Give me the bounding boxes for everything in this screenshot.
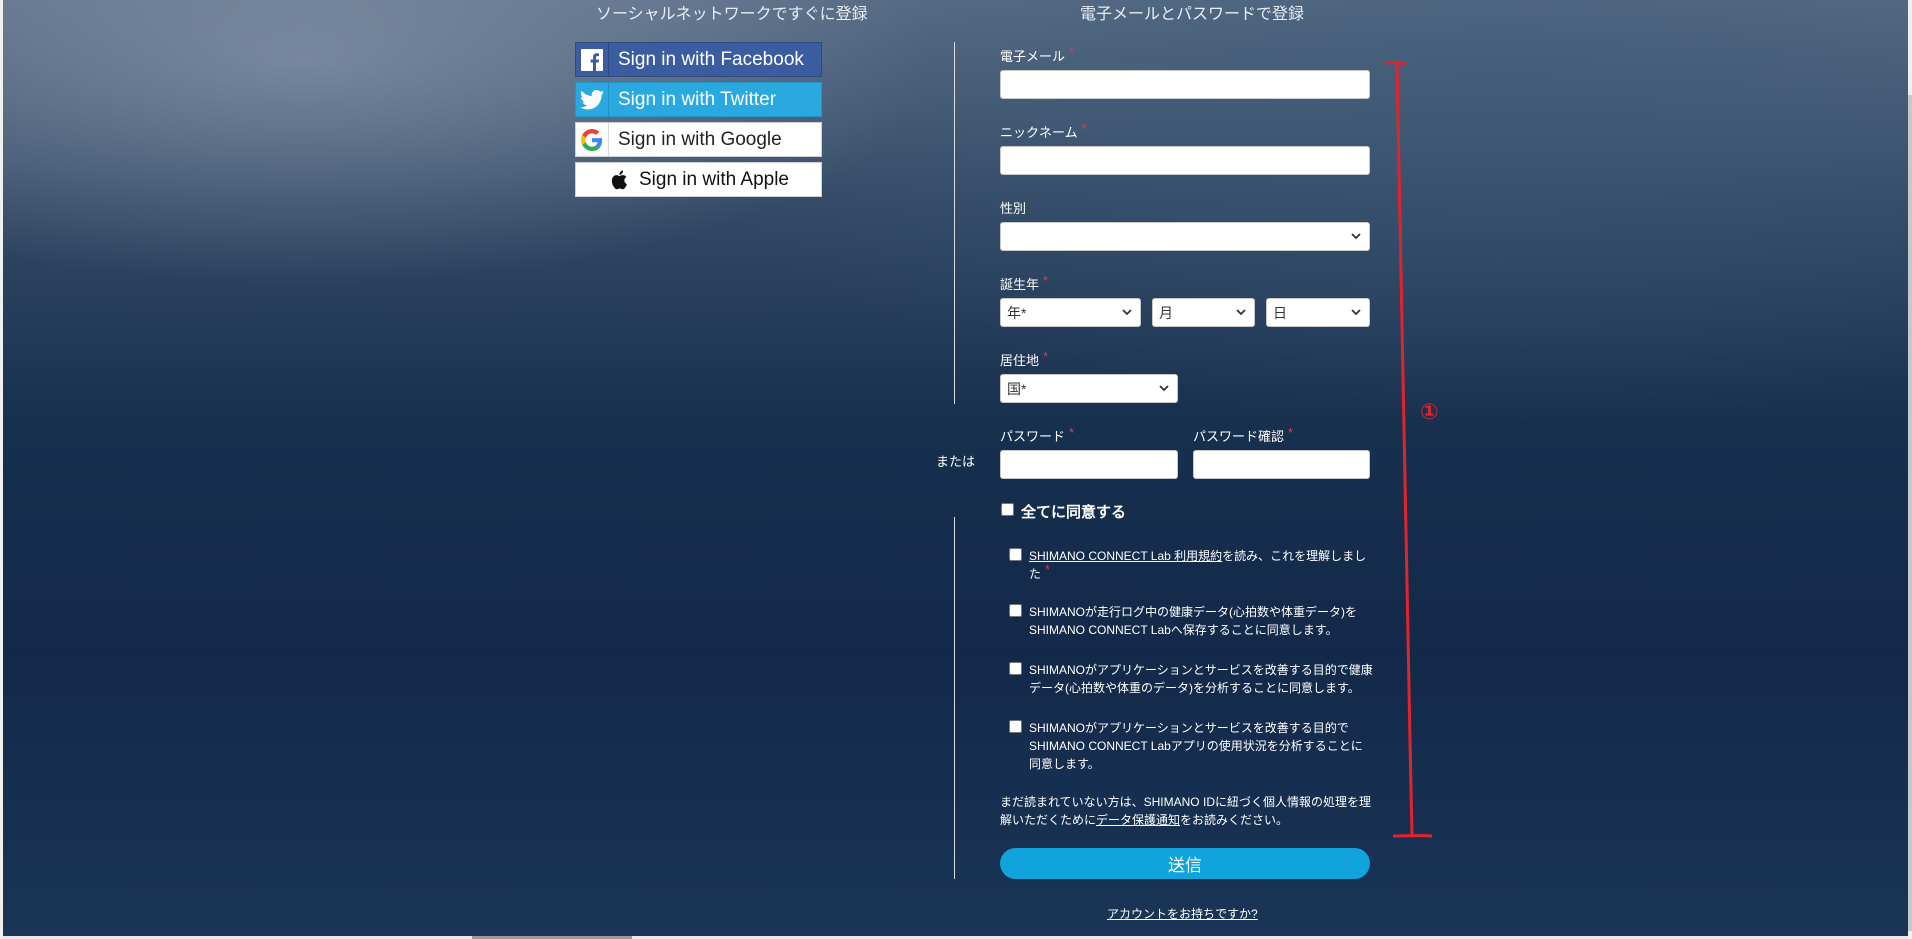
password-confirm-input[interactable] (1193, 450, 1370, 479)
data-protection-link[interactable]: データ保護通知 (1096, 813, 1180, 827)
health-analyze-checkbox[interactable] (1009, 662, 1022, 675)
submit-button[interactable]: 送信 (1000, 848, 1370, 879)
twitter-signin-button[interactable]: Sign in with Twitter (575, 82, 822, 117)
gender-select[interactable] (1000, 222, 1370, 251)
required-mark: * (1069, 45, 1075, 60)
terms-consent-text: SHIMANO CONNECT Lab 利用規約を読み、これを理解しました * (1029, 549, 1367, 581)
divider-line-top (954, 42, 955, 404)
nickname-input[interactable] (1000, 146, 1370, 175)
birth-year-label: 誕生年 * (1000, 273, 1049, 292)
email-heading: 電子メールとパスワードで登録 (1080, 6, 1305, 23)
health-save-checkbox[interactable] (1009, 604, 1022, 617)
chevron-down-icon (1122, 309, 1132, 316)
chevron-down-icon (1351, 309, 1361, 316)
required-mark: * (1069, 425, 1075, 440)
or-divider-text: または (936, 454, 976, 469)
facebook-signin-button[interactable]: Sign in with Facebook (575, 42, 822, 77)
required-mark: * (1288, 425, 1294, 440)
birth-year-select[interactable]: 年* (1000, 298, 1141, 327)
apple-signin-label: Sign in with Apple (639, 168, 789, 190)
google-signin-button[interactable]: Sign in with Google (575, 122, 822, 157)
birth-day-value: 日 (1273, 304, 1287, 321)
google-g-icon (576, 123, 609, 156)
password-confirm-label: パスワード確認 * (1193, 425, 1294, 444)
chevron-down-icon (1351, 233, 1361, 240)
divider-line-bottom (954, 517, 955, 879)
data-protection-note: まだ読まれていない方は、SHIMANO IDに紐づく個人情報の処理を理解いただく… (1000, 795, 1371, 827)
password-input[interactable] (1000, 450, 1178, 479)
terms-link[interactable]: SHIMANO CONNECT Lab 利用規約 (1029, 549, 1222, 563)
vertical-scrollbar-thumb[interactable] (1908, 95, 1912, 931)
have-account-link[interactable]: アカウントをお持ちですか? (1107, 905, 1258, 922)
twitter-bird-icon (576, 83, 609, 116)
usage-analyze-checkbox[interactable] (1009, 720, 1022, 733)
country-value: 国* (1007, 380, 1027, 397)
birth-year-value: 年* (1007, 304, 1027, 321)
facebook-signin-label: Sign in with Facebook (618, 48, 804, 70)
agree-all-label: 全てに同意する (1021, 504, 1127, 521)
required-mark: * (1081, 121, 1087, 136)
annotation-number: ① (1420, 399, 1439, 424)
country-select[interactable]: 国* (1000, 374, 1178, 403)
social-heading: ソーシャルネットワークですぐに登録 (596, 6, 868, 23)
health-save-consent-text: SHIMANOが走行ログ中の健康データ(心拍数や体重データ)をSHIMANO C… (1029, 605, 1357, 637)
terms-checkbox[interactable] (1009, 548, 1022, 561)
apple-signin-button[interactable]: Sign in with Apple (575, 162, 822, 197)
chevron-down-icon (1159, 385, 1169, 392)
birth-month-value: 月 (1159, 304, 1173, 321)
chevron-down-icon (1236, 309, 1246, 316)
birth-day-select[interactable]: 日 (1266, 298, 1370, 327)
email-label: 電子メール * (1000, 45, 1075, 64)
residence-label: 居住地 * (1000, 349, 1049, 368)
email-input[interactable] (1000, 70, 1370, 99)
apple-icon (608, 163, 630, 196)
birth-month-select[interactable]: 月 (1152, 298, 1255, 327)
twitter-signin-label: Sign in with Twitter (618, 88, 777, 110)
health-analyze-consent-text: SHIMANOがアプリケーションとサービスを改善する目的で健康データ(心拍数や体… (1029, 663, 1373, 695)
nickname-label: ニックネーム * (1000, 121, 1087, 140)
required-mark: * (1043, 273, 1049, 288)
facebook-icon (576, 43, 609, 76)
agree-all-checkbox[interactable] (1001, 503, 1014, 516)
google-signin-label: Sign in with Google (618, 128, 782, 150)
required-mark: * (1043, 349, 1049, 364)
usage-analyze-consent-text: SHIMANOがアプリケーションとサービスを改善する目的でSHIMANO CON… (1029, 721, 1363, 771)
window-left-edge (0, 0, 3, 939)
gender-label: 性別 (1000, 201, 1027, 216)
password-label: パスワード * (1000, 425, 1075, 444)
